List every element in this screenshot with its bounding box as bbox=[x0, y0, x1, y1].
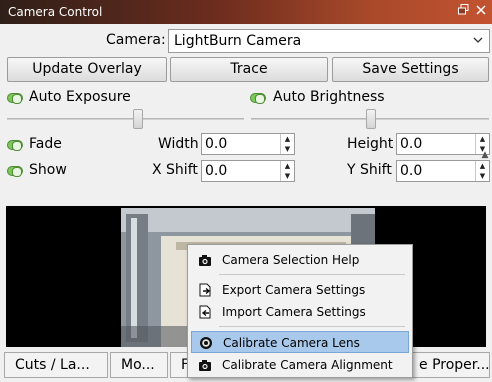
camera-icon bbox=[199, 360, 211, 371]
show-label: Show bbox=[29, 162, 67, 178]
menu-item-label: Calibrate Camera Alignment bbox=[222, 358, 393, 372]
menu-item-label: Import Camera Settings bbox=[222, 305, 366, 319]
brightness-slider-handle[interactable] bbox=[366, 109, 376, 129]
height-value: 0.0 bbox=[400, 136, 423, 152]
menu-item-calibrate-camera-lens[interactable]: Calibrate Camera Lens bbox=[191, 331, 409, 353]
y-shift-input[interactable]: 0.0 ▲ ▼ bbox=[396, 160, 490, 182]
context-menu: Camera Selection Help Export Camera Sett… bbox=[187, 244, 413, 378]
exposure-slider-handle[interactable] bbox=[133, 109, 143, 129]
spin-up-icon[interactable]: ▲ bbox=[281, 134, 294, 144]
save-settings-button[interactable]: Save Settings bbox=[332, 57, 489, 82]
float-icon[interactable] bbox=[456, 4, 470, 18]
camera-select-value: LightBurn Camera bbox=[174, 33, 302, 49]
auto-brightness-toggle[interactable] bbox=[250, 93, 266, 104]
width-value: 0.0 bbox=[205, 136, 228, 152]
chevron-down-icon bbox=[473, 37, 483, 43]
width-input[interactable]: 0.0 ▲ ▼ bbox=[201, 133, 295, 155]
spin-down-icon[interactable]: ▼ bbox=[476, 171, 489, 181]
menu-item-import-camera-settings[interactable]: Import Camera Settings bbox=[191, 301, 409, 323]
spin-up-icon[interactable]: ▲ bbox=[476, 161, 489, 171]
menu-separator bbox=[219, 326, 405, 327]
import-icon bbox=[199, 305, 211, 319]
menu-item-export-camera-settings[interactable]: Export Camera Settings bbox=[191, 279, 409, 301]
height-label: Height bbox=[347, 136, 394, 152]
y-shift-spin-buttons[interactable]: ▲ ▼ bbox=[475, 161, 489, 181]
menu-item-label: Calibrate Camera Lens bbox=[223, 336, 360, 350]
show-toggle[interactable] bbox=[7, 166, 23, 177]
camera-icon bbox=[199, 255, 211, 266]
exposure-slider-track[interactable] bbox=[7, 118, 244, 120]
menu-item-calibrate-camera-alignment[interactable]: Calibrate Camera Alignment bbox=[191, 354, 409, 376]
fade-label: Fade bbox=[29, 136, 62, 152]
export-icon bbox=[199, 283, 211, 297]
tab-cuts-layers[interactable]: Cuts / La... bbox=[4, 352, 108, 378]
close-icon[interactable] bbox=[474, 4, 488, 18]
width-spin-buttons[interactable]: ▲ ▼ bbox=[280, 134, 294, 154]
update-overlay-button[interactable]: Update Overlay bbox=[7, 57, 167, 82]
scroll-up-icon[interactable]: ▲ bbox=[480, 150, 490, 160]
menu-item-label: Export Camera Settings bbox=[222, 283, 366, 297]
lens-icon bbox=[200, 337, 212, 349]
spin-down-icon[interactable]: ▼ bbox=[281, 171, 294, 181]
spin-up-icon[interactable]: ▲ bbox=[281, 161, 294, 171]
window-title: Camera Control bbox=[8, 5, 103, 19]
fade-toggle[interactable] bbox=[7, 140, 23, 151]
x-shift-input[interactable]: 0.0 ▲ ▼ bbox=[201, 160, 295, 182]
menu-item-label: Camera Selection Help bbox=[222, 253, 360, 267]
y-shift-label: Y Shift bbox=[347, 162, 392, 178]
x-shift-value: 0.0 bbox=[205, 163, 228, 179]
menu-separator bbox=[219, 274, 405, 275]
menu-item-camera-selection-help[interactable]: Camera Selection Help bbox=[191, 249, 409, 271]
height-input[interactable]: 0.0 ▲ ▼ bbox=[396, 133, 490, 155]
spin-up-icon[interactable]: ▲ bbox=[476, 134, 489, 144]
width-label: Width bbox=[158, 136, 199, 152]
x-shift-label: X Shift bbox=[152, 162, 198, 178]
auto-brightness-label: Auto Brightness bbox=[273, 89, 385, 105]
auto-exposure-toggle[interactable] bbox=[7, 93, 23, 104]
trace-button[interactable]: Trace bbox=[170, 57, 328, 82]
x-shift-spin-buttons[interactable]: ▲ ▼ bbox=[280, 161, 294, 181]
title-bar: Camera Control bbox=[0, 0, 492, 24]
y-shift-value: 0.0 bbox=[400, 163, 423, 179]
camera-label: Camera: bbox=[106, 32, 166, 48]
auto-exposure-label: Auto Exposure bbox=[29, 89, 131, 105]
camera-select[interactable]: LightBurn Camera bbox=[168, 29, 490, 53]
spin-down-icon[interactable]: ▼ bbox=[281, 144, 294, 154]
tab-move[interactable]: Mo... bbox=[110, 352, 168, 378]
tab-shape-properties[interactable]: e Proper... bbox=[412, 352, 490, 378]
